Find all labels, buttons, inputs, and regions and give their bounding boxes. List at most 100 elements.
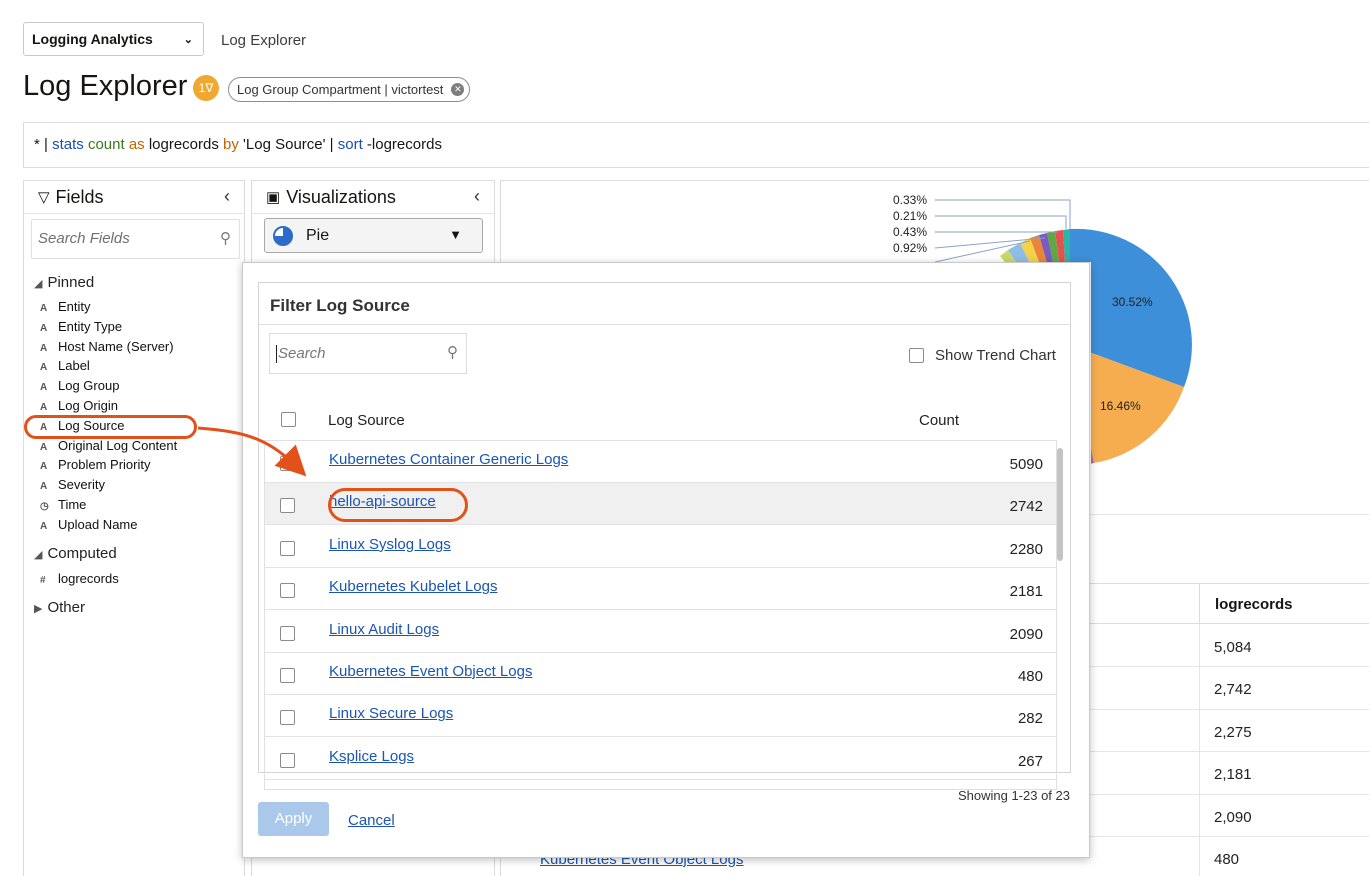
- list-item[interactable]: hello-api-source 2742: [265, 483, 1056, 526]
- log-source-count: 2742: [1009, 498, 1043, 516]
- log-source-link[interactable]: Kubernetes Kubelet Logs: [329, 578, 497, 595]
- log-source-count: 2280: [1009, 540, 1043, 558]
- select-all-checkbox[interactable]: [281, 412, 296, 427]
- log-source-list: Kubernetes Container Generic Logs 5090 hel…: [264, 440, 1057, 790]
- table-row-divider: [1085, 836, 1369, 837]
- field-item-label[interactable]: A Label: [40, 357, 90, 375]
- column-header-log-source[interactable]: Log Source: [328, 412, 405, 429]
- collapse-icon[interactable]: ‹: [474, 186, 480, 207]
- search-icon[interactable]: ⚲: [220, 229, 231, 247]
- table-row-divider: [1085, 666, 1369, 668]
- log-source-link[interactable]: Kubernetes Container Generic Logs: [329, 451, 568, 468]
- field-item-host-name-server[interactable]: A Host Name (Server): [40, 338, 174, 356]
- apply-button[interactable]: Apply: [258, 802, 329, 836]
- checkbox[interactable]: [909, 348, 924, 363]
- row-checkbox[interactable]: [280, 540, 295, 556]
- field-label: Label: [58, 358, 90, 374]
- field-label: Host Name (Server): [58, 338, 174, 354]
- log-source-link[interactable]: Linux Secure Logs: [329, 705, 453, 722]
- dialog-search-input[interactable]: Search ⚲: [269, 333, 467, 374]
- dialog-title: Filter Log Source: [270, 296, 410, 315]
- list-item[interactable]: Linux Syslog Logs 2280: [265, 526, 1056, 568]
- table-row-divider: [1085, 793, 1369, 795]
- field-type-icon: A: [40, 461, 48, 473]
- table-header: [1085, 583, 1199, 624]
- search-fields-input[interactable]: Search Fields ⚲: [31, 219, 240, 259]
- cancel-link[interactable]: Cancel: [348, 812, 395, 829]
- row-checkbox[interactable]: [280, 456, 295, 471]
- filter-chip[interactable]: Log Group Compartment | victortest ✕: [228, 77, 471, 102]
- log-source-link[interactable]: Ksplice Logs: [329, 748, 414, 765]
- list-item[interactable]: Linux Audit Logs 2090: [265, 611, 1056, 653]
- pie-label: 0.21%: [893, 209, 928, 223]
- group-computed[interactable]: ◢ Computed: [34, 545, 117, 562]
- log-source-link[interactable]: Linux Syslog Logs: [329, 536, 451, 553]
- field-item-entity-type[interactable]: A Entity Type: [40, 318, 122, 336]
- group-pinned[interactable]: ◢ Pinned: [34, 274, 94, 291]
- field-label: Upload Name: [58, 516, 138, 532]
- field-item-log-origin[interactable]: A Log Origin: [40, 397, 118, 415]
- row-checkbox[interactable]: [280, 498, 295, 514]
- filter-icon[interactable]: 1 ∇: [193, 75, 219, 101]
- query-editor[interactable]: * | stats count as logrecords by 'Log So…: [23, 122, 1369, 168]
- fields-panel: ▽ Fields ‹ Search Fields ⚲ ◢ Pinned A Enti…: [23, 180, 245, 876]
- list-item[interactable]: Kubernetes Container Generic Logs 5090: [265, 441, 1056, 483]
- chevron-down-icon: ⌄: [183, 34, 193, 46]
- column-header-count[interactable]: Count: [919, 412, 959, 429]
- page-title: Log Explorer: [23, 70, 188, 102]
- list-item[interactable]: Ksplice Logs 267: [265, 738, 1056, 780]
- field-type-icon: A: [40, 322, 48, 334]
- field-item-original-log-content[interactable]: A Original Log Content: [40, 437, 177, 455]
- query-keyword: stats: [52, 136, 84, 153]
- field-item-problem-priority[interactable]: A Problem Priority: [40, 456, 150, 474]
- group-pinned-label: Pinned: [47, 274, 95, 291]
- text-cursor: [276, 345, 277, 363]
- search-fields-placeholder: Search Fields: [38, 230, 130, 247]
- log-source-count: 2090: [1009, 625, 1043, 643]
- row-checkbox[interactable]: [280, 583, 295, 599]
- row-checkbox[interactable]: [280, 625, 295, 641]
- query-text: * |: [34, 136, 53, 153]
- pie-chart-icon: [273, 225, 293, 246]
- group-other[interactable]: ▶ Other: [34, 599, 85, 616]
- field-item-time[interactable]: ◷ Time: [40, 496, 86, 514]
- list-item[interactable]: Kubernetes Kubelet Logs 2181: [265, 568, 1056, 611]
- log-source-count: 282: [1017, 710, 1043, 728]
- field-type-icon: A: [40, 342, 48, 354]
- scrollbar-thumb[interactable]: [1057, 448, 1063, 561]
- table-cell: 2,090: [1214, 808, 1252, 826]
- scrollbar[interactable]: [1054, 443, 1066, 788]
- row-checkbox[interactable]: [280, 752, 295, 768]
- query-text: -logrecords: [362, 136, 442, 153]
- row-checkbox[interactable]: [280, 668, 295, 683]
- filter-count: 1: [198, 81, 206, 95]
- breadcrumb[interactable]: Log Explorer: [221, 32, 306, 49]
- field-item-log-group[interactable]: A Log Group: [40, 377, 119, 395]
- search-icon[interactable]: ⚲: [447, 343, 458, 361]
- field-type-icon: A: [40, 520, 48, 532]
- field-item-severity[interactable]: A Severity: [40, 476, 105, 494]
- group-computed-label: Computed: [47, 545, 117, 562]
- close-icon[interactable]: ✕: [451, 83, 465, 96]
- app-selector-label: Logging Analytics: [32, 31, 153, 47]
- pie-label: 0.33%: [893, 193, 928, 207]
- field-label: Time: [58, 497, 87, 512]
- field-item-logrecords[interactable]: # logrecords: [40, 570, 119, 588]
- list-item[interactable]: Linux Secure Logs 282: [265, 695, 1056, 738]
- list-item[interactable]: Kubernetes Event Object Logs 480: [265, 653, 1056, 695]
- show-trend-chart-checkbox[interactable]: Show Trend Chart: [909, 347, 1056, 364]
- app-selector[interactable]: Logging Analytics ⌄: [23, 22, 204, 56]
- row-checkbox[interactable]: [280, 710, 295, 726]
- field-item-upload-name[interactable]: A Upload Name: [40, 516, 138, 534]
- log-source-count: 5090: [1009, 456, 1043, 473]
- show-trend-chart-label: Show Trend Chart: [935, 347, 1056, 364]
- table-row-divider: [1085, 708, 1369, 710]
- collapse-icon[interactable]: ‹: [224, 186, 230, 207]
- log-source-link[interactable]: Kubernetes Event Object Logs: [329, 663, 532, 680]
- table-cell: 2,275: [1214, 723, 1252, 741]
- log-source-link[interactable]: Linux Audit Logs: [329, 621, 439, 638]
- visualization-select[interactable]: Pie ▼: [264, 218, 483, 253]
- field-item-entity[interactable]: A Entity: [40, 298, 91, 316]
- field-label: Log Group: [58, 378, 120, 394]
- table-header-logrecords[interactable]: logrecords: [1199, 583, 1369, 624]
